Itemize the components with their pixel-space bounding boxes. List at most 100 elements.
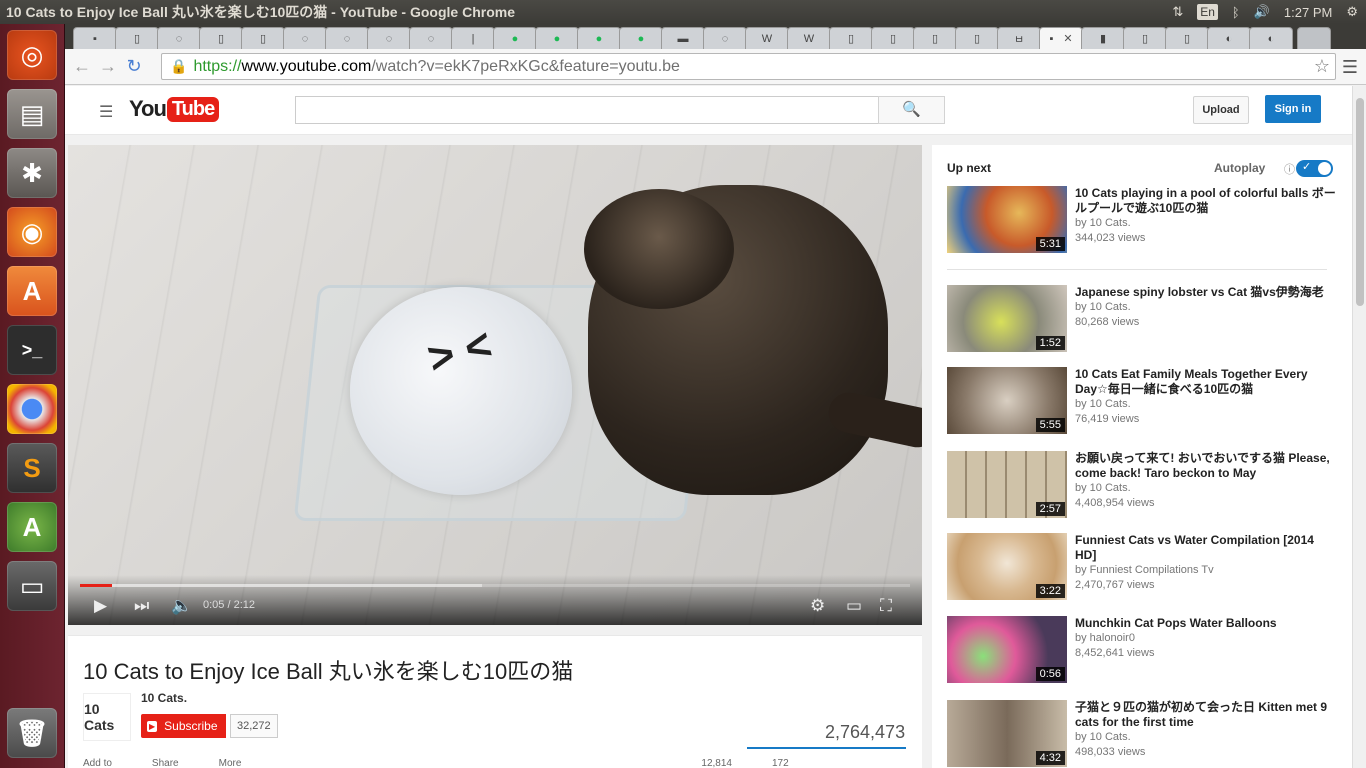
more-button[interactable]: More [219, 758, 242, 768]
channel-avatar[interactable]: 10 Cats [83, 693, 131, 741]
video-thumbnail[interactable]: 4:32 [947, 700, 1067, 767]
volume-icon[interactable]: 🔊 [1254, 4, 1270, 20]
related-video-title[interactable]: 子猫と９匹の猫が初めて会った日 Kitten met 9 cats for th… [1075, 700, 1337, 730]
tab[interactable]: ◌ [703, 27, 747, 49]
tab[interactable]: ◌ [409, 27, 453, 49]
system-settings-icon[interactable]: ✱ [7, 148, 57, 198]
related-video[interactable]: 4:32 子猫と９匹の猫が初めて会った日 Kitten met 9 cats f… [947, 700, 1337, 768]
related-video[interactable]: 2:57 お願い戻って来て! おいでおいでする猫 Please, come ba… [947, 451, 1337, 519]
chrome-menu-icon[interactable]: ☰ [1342, 57, 1358, 78]
related-video-title[interactable]: Funniest Cats vs Water Compilation [2014… [1075, 533, 1337, 563]
video-thumbnail[interactable]: 1:52 [947, 285, 1067, 352]
related-video[interactable]: 5:55 10 Cats Eat Family Meals Together E… [947, 367, 1337, 435]
tab-spotify[interactable]: ● [619, 27, 663, 49]
terminal-icon[interactable]: >_ [7, 325, 57, 375]
upload-button[interactable]: Upload [1193, 96, 1249, 124]
tab[interactable]: ▯ [829, 27, 873, 49]
video-thumbnail[interactable]: 2:57 [947, 451, 1067, 518]
sublime-text-icon[interactable]: S [7, 443, 57, 493]
related-video-title[interactable]: 10 Cats playing in a pool of colorful ba… [1075, 186, 1337, 216]
next-icon[interactable]: ⏭ [134, 596, 149, 616]
firefox-icon[interactable]: ◉ [7, 207, 57, 257]
ubuntu-dash-icon[interactable]: ◎ [7, 30, 57, 80]
video-thumbnail[interactable]: 5:55 [947, 367, 1067, 434]
new-tab-button[interactable] [1297, 27, 1331, 49]
tab-active-youtube[interactable]: ▪ ✕ [1039, 27, 1083, 49]
related-video[interactable]: 3:22 Funniest Cats vs Water Compilation … [947, 533, 1337, 601]
video-frame[interactable]: > < [68, 145, 922, 625]
video-player[interactable]: > < ▶ ⏭ 🔈 0:05 / 2:12 ⚙ ▭ ⛶ [68, 145, 922, 625]
volume-icon[interactable]: 🔈 [171, 596, 192, 616]
tab[interactable]: ◌ [367, 27, 411, 49]
save-disk-icon[interactable]: ▭ [7, 561, 57, 611]
video-thumbnail[interactable]: 3:22 [947, 533, 1067, 600]
tab[interactable]: ▬ [661, 27, 705, 49]
tab[interactable]: ▯ [241, 27, 285, 49]
update-manager-icon[interactable]: A [7, 502, 57, 552]
tab-spotify[interactable]: ● [535, 27, 579, 49]
tab[interactable]: ▯ [913, 27, 957, 49]
related-video-title[interactable]: 10 Cats Eat Family Meals Together Every … [1075, 367, 1337, 397]
chrome-icon[interactable] [7, 384, 57, 434]
related-video-title[interactable]: お願い戻って来て! おいでおいでする猫 Please, come back! T… [1075, 451, 1337, 481]
like-count[interactable]: 12,814 [701, 758, 732, 768]
tab[interactable]: ▯ [199, 27, 243, 49]
tab[interactable]: ◌ [283, 27, 327, 49]
related-video[interactable]: 1:52 Japanese spiny lobster vs Cat 猫vs伊勢… [947, 285, 1337, 353]
related-video[interactable]: 0:56 Munchkin Cat Pops Water Balloons by … [947, 616, 1337, 684]
tab-close-icon[interactable]: ✕ [1063, 32, 1072, 45]
tab-wikipedia[interactable]: W [787, 27, 831, 49]
keyboard-language-indicator[interactable]: En [1197, 4, 1218, 20]
guide-menu-icon[interactable]: ☰ [99, 102, 113, 122]
video-thumbnail[interactable]: 5:31 [947, 186, 1067, 253]
video-thumbnail[interactable]: 0:56 [947, 616, 1067, 683]
tab[interactable]: ▪ [73, 27, 117, 49]
tab[interactable]: ▮ [1081, 27, 1125, 49]
subscribe-button[interactable]: ▶ Subscribe [141, 714, 226, 738]
progress-bar[interactable] [80, 584, 910, 587]
trash-icon[interactable]: 🗑 [7, 708, 57, 758]
theater-mode-icon[interactable]: ▭ [846, 596, 862, 616]
sign-in-button[interactable]: Sign in [1265, 95, 1321, 123]
autoplay-toggle[interactable]: ✓ [1296, 160, 1333, 177]
software-center-icon[interactable]: A [7, 266, 57, 316]
youtube-logo[interactable]: You Tube [129, 96, 220, 122]
tab[interactable]: ▯ [871, 27, 915, 49]
related-video[interactable]: 5:31 10 Cats playing in a pool of colorf… [947, 186, 1337, 254]
bookmark-star-icon[interactable]: ☆ [1314, 56, 1330, 77]
add-to-button[interactable]: Add to [83, 758, 112, 768]
settings-gear-icon[interactable]: ⚙ [810, 596, 825, 616]
play-icon[interactable]: ▶ [94, 596, 107, 616]
files-icon[interactable]: ▤ [7, 89, 57, 139]
tab-wikipedia[interactable]: W [745, 27, 789, 49]
tab[interactable]: ◌ [325, 27, 369, 49]
forward-icon[interactable]: → [95, 56, 121, 77]
tab[interactable]: ◌ [157, 27, 201, 49]
search-input[interactable] [295, 96, 879, 124]
related-video-title[interactable]: Munchkin Cat Pops Water Balloons [1075, 616, 1337, 631]
network-icon[interactable]: ⇅ [1172, 4, 1183, 20]
channel-name[interactable]: 10 Cats. [141, 691, 187, 705]
clock[interactable]: 1:27 PM [1284, 5, 1332, 20]
power-gear-icon[interactable]: ⚙ [1346, 4, 1358, 20]
back-icon[interactable]: ← [69, 56, 95, 77]
tab-github[interactable]: ◐ [1207, 27, 1251, 49]
dislike-count[interactable]: 172 [772, 758, 789, 768]
address-bar[interactable]: 🔒 https:// www.youtube.com /watch?v=ekK7… [161, 53, 1336, 80]
search-button[interactable]: 🔍 [878, 96, 945, 124]
reload-icon[interactable]: ↻ [121, 56, 147, 77]
tab[interactable]: ▯ [1165, 27, 1209, 49]
page-scrollbar[interactable] [1352, 86, 1366, 768]
fullscreen-icon[interactable]: ⛶ [880, 596, 892, 616]
tab-spotify[interactable]: ● [577, 27, 621, 49]
tab[interactable]: ▯ [1123, 27, 1167, 49]
share-button[interactable]: Share [152, 758, 179, 768]
tab-spotify[interactable]: ● [493, 27, 537, 49]
tab[interactable]: ▯ [955, 27, 999, 49]
tab-github[interactable]: ◐ [1249, 27, 1293, 49]
related-video-title[interactable]: Japanese spiny lobster vs Cat 猫vs伊勢海老 [1075, 285, 1337, 300]
tab[interactable]: | [451, 27, 495, 49]
scrollbar-thumb[interactable] [1356, 98, 1364, 306]
tab[interactable]: ㅂ [997, 27, 1041, 49]
tab[interactable]: ▯ [115, 27, 159, 49]
